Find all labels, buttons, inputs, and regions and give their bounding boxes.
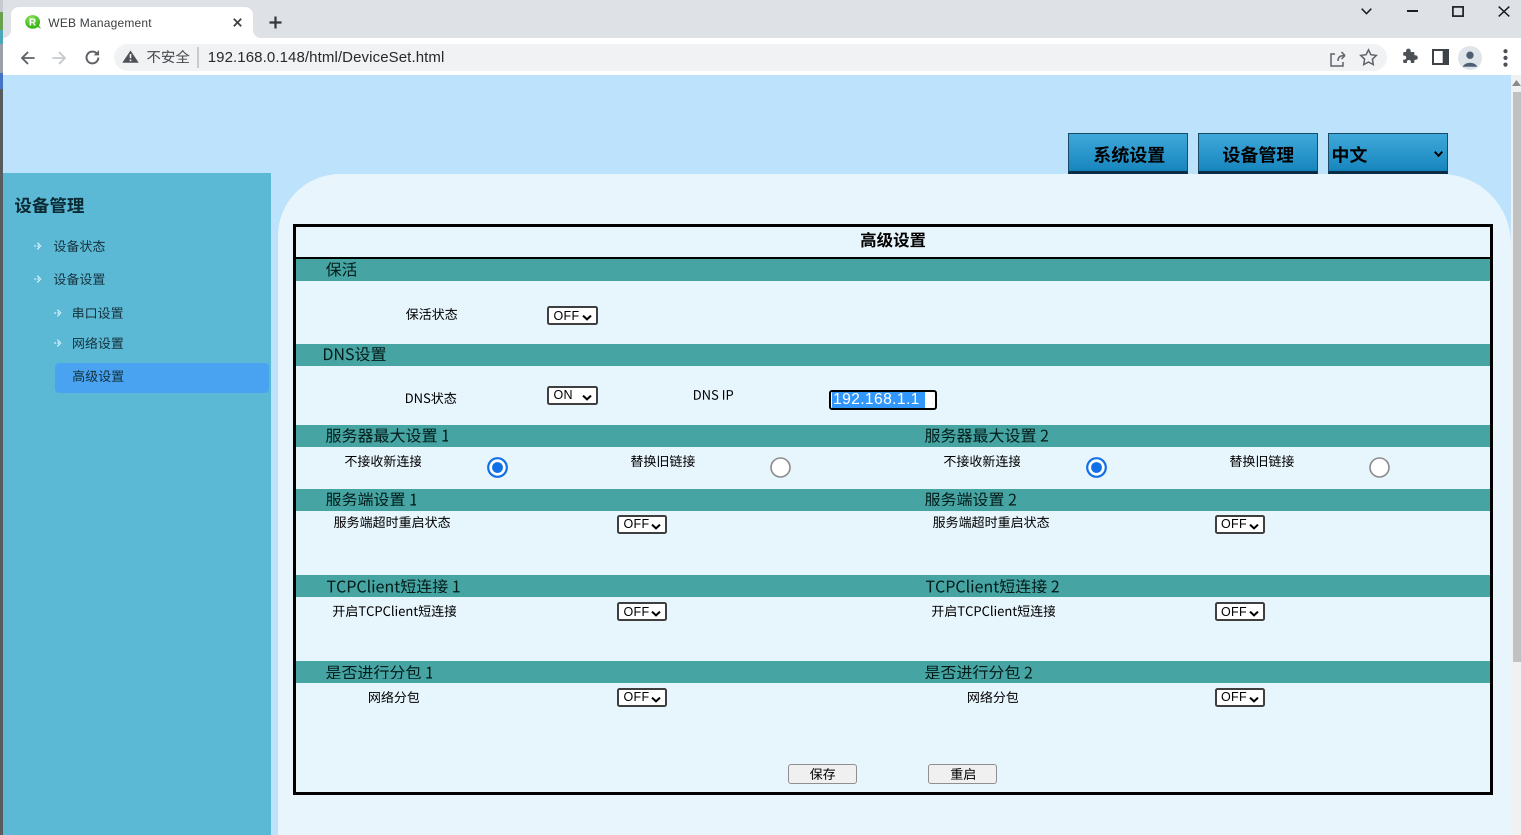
svg-text:R: R [29,17,36,28]
